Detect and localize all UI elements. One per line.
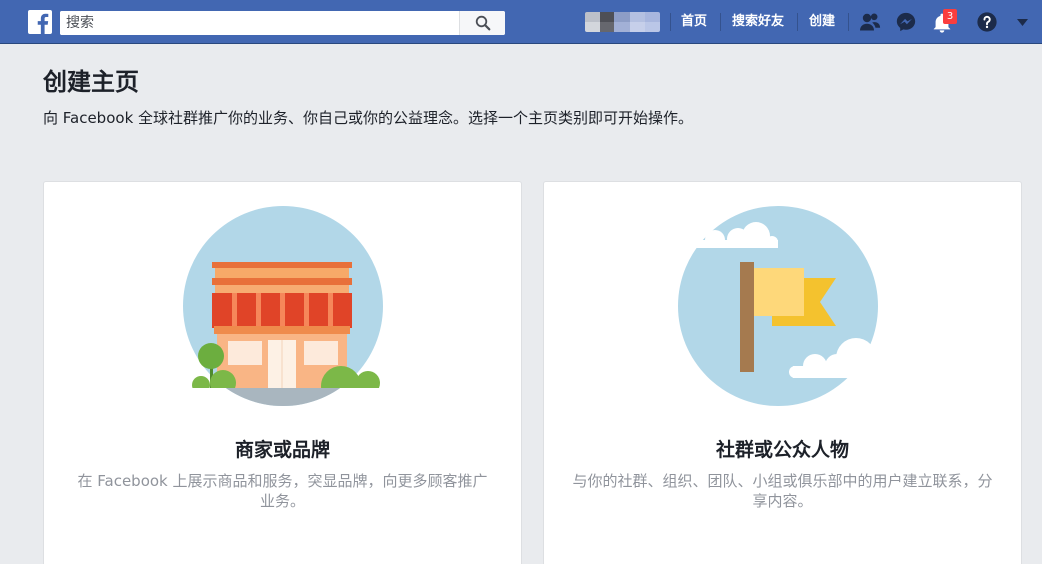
nav-create-link[interactable]: 创建 (809, 14, 835, 30)
search-button[interactable] (459, 11, 505, 35)
page-subtitle: 向 Facebook 全球社群推广你的业务、你自己或你的公益理念。选择一个主页类… (43, 109, 694, 127)
messenger-icon[interactable] (895, 11, 917, 33)
nav-separator (720, 13, 721, 31)
notification-count-badge: 3 (943, 9, 957, 24)
search-icon (475, 15, 490, 31)
top-navigation-bar: 首页 搜索好友 创建 3 (0, 0, 1042, 44)
category-description: 在 Facebook 上展示商品和服务，突显品牌，向更多顾客推广业务。 (77, 472, 488, 510)
facebook-logo-icon[interactable] (28, 10, 52, 34)
search-input[interactable] (60, 11, 459, 35)
flag-pole (740, 262, 754, 372)
nav-separator (848, 13, 849, 31)
nav-separator (797, 13, 798, 31)
nav-home-link[interactable]: 首页 (681, 14, 707, 30)
store-door (268, 340, 296, 388)
category-title: 商家或品牌 (234, 439, 330, 461)
flag-illustration (678, 206, 889, 406)
store-awning (212, 293, 352, 334)
store-window-left (228, 341, 262, 365)
store-window-right (304, 341, 338, 365)
category-title: 社群或公众人物 (715, 439, 849, 461)
category-card-community[interactable]: 社群或公众人物 与你的社群、组织、团队、小组或俱乐部中的用户建立联系，分享内容。 (543, 181, 1022, 564)
help-icon[interactable] (976, 11, 998, 33)
search-bar (60, 11, 505, 35)
category-card-business[interactable]: 商家或品牌 在 Facebook 上展示商品和服务，突显品牌，向更多顾客推广业务… (43, 181, 522, 564)
profile-link[interactable] (585, 12, 660, 32)
caret-down-icon[interactable] (1017, 19, 1028, 26)
category-description: 与你的社群、组织、团队、小组或俱乐部中的用户建立联系，分享内容。 (572, 472, 993, 510)
storefront-illustration (183, 206, 383, 406)
nav-separator (670, 13, 671, 31)
ground (183, 388, 383, 406)
page-title: 创建主页 (43, 68, 139, 96)
nav-find-friends-link[interactable]: 搜索好友 (732, 14, 784, 30)
friend-requests-icon[interactable] (858, 11, 882, 33)
